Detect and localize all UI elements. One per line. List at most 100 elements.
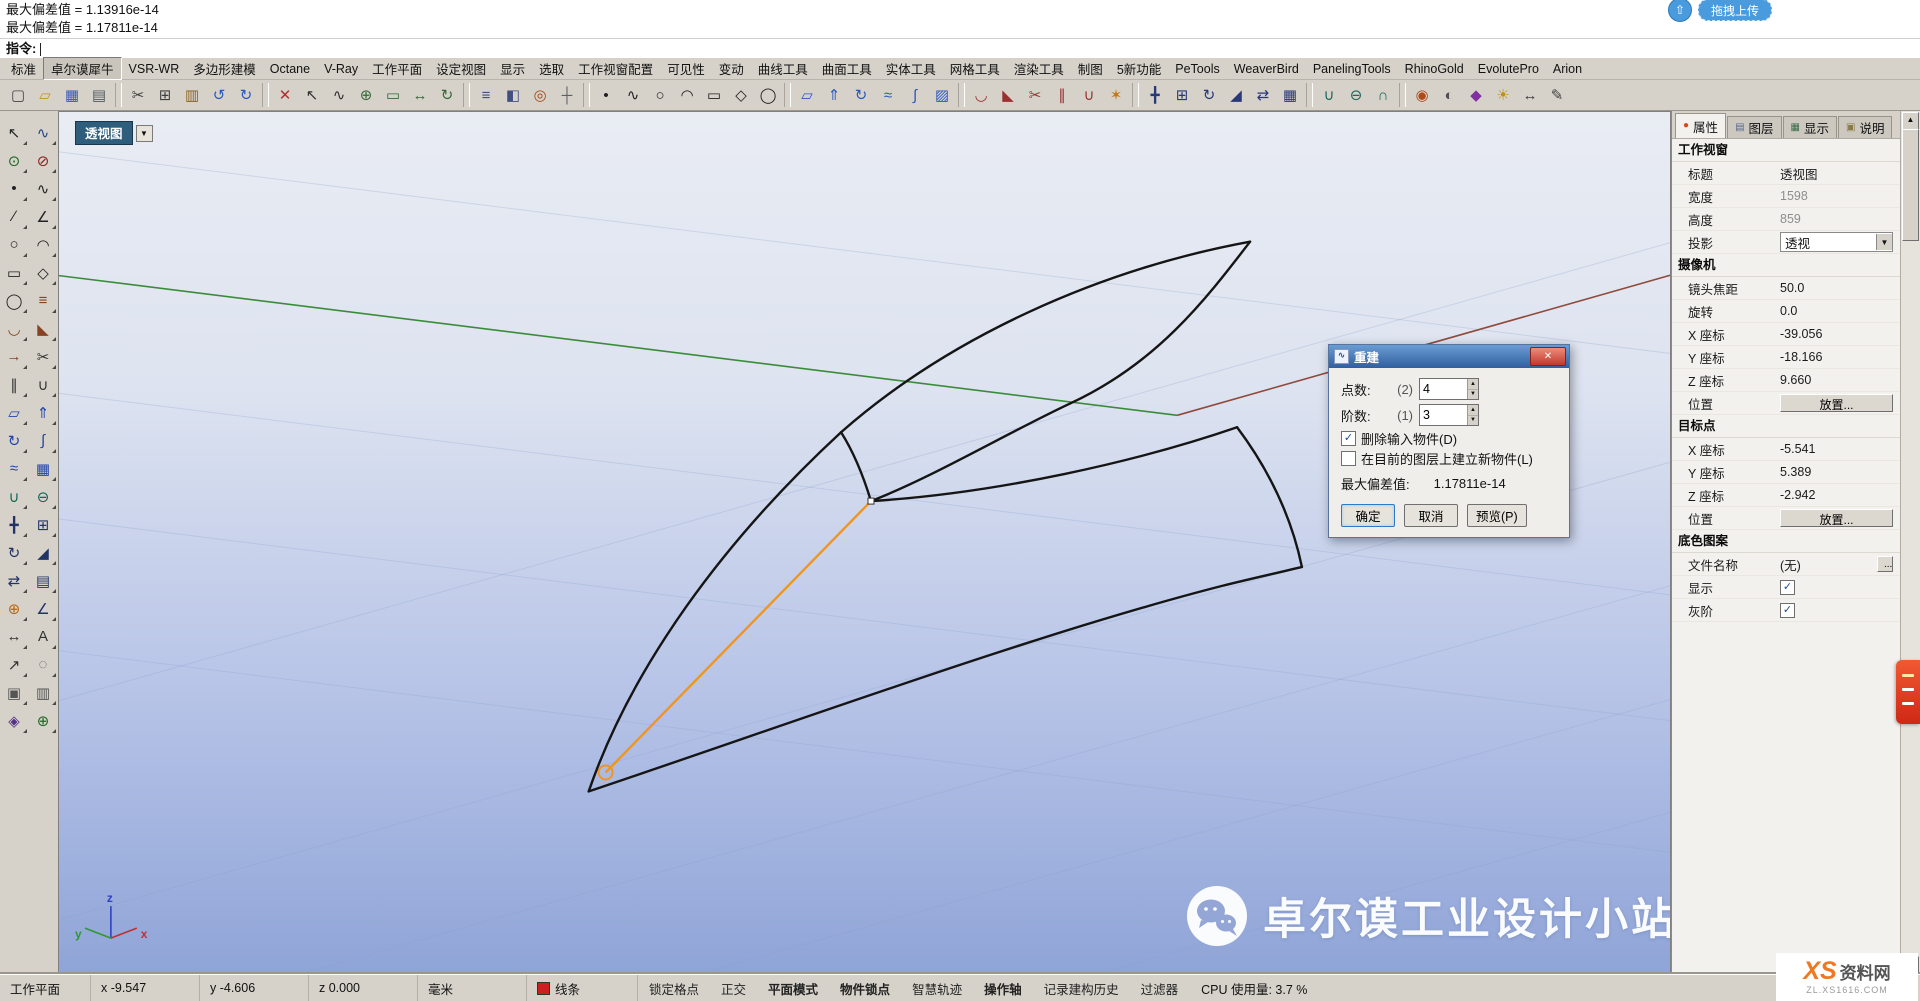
move-icon[interactable]: ╋	[1142, 82, 1168, 108]
lights-icon[interactable]: ☀	[1490, 82, 1516, 108]
split-icon[interactable]: ∥	[1049, 82, 1075, 108]
print-icon[interactable]: ▤	[86, 82, 112, 108]
viewport-perspective[interactable]: zxy 透视图 ▼ 卓尔谟工业设计小站	[58, 111, 1671, 975]
menu-item-25[interactable]: EvolutePro	[1471, 61, 1546, 77]
render-icon[interactable]: ◉	[1409, 82, 1435, 108]
dialog-titlebar[interactable]: ∿ 重建 ✕	[1329, 345, 1569, 368]
place-button[interactable]: 放置...	[1780, 394, 1893, 412]
extrude-surface-icon[interactable]: ⇑	[30, 399, 57, 426]
lock-object-icon[interactable]: ▣	[1, 679, 28, 706]
open-file-icon[interactable]: ▱	[32, 82, 58, 108]
move-icon[interactable]: ╋	[1, 511, 28, 538]
freeform-curve-icon[interactable]: ∿	[30, 175, 57, 202]
patch-icon[interactable]: ▨	[929, 82, 955, 108]
tab-display[interactable]: ▦显示	[1783, 116, 1837, 138]
menu-item-15[interactable]: 曲面工具	[815, 58, 879, 79]
group-icon[interactable]: ◈	[1, 707, 28, 734]
curve-icon[interactable]: ∿	[620, 82, 646, 108]
menu-item-6[interactable]: V-Ray	[317, 61, 365, 77]
menu-item-18[interactable]: 渲染工具	[1007, 58, 1071, 79]
chevron-down-icon[interactable]: ▼	[1876, 234, 1892, 250]
menu-item-4[interactable]: 多边形建模	[186, 58, 263, 79]
dialog-close-button[interactable]: ✕	[1530, 347, 1566, 366]
menu-item-5[interactable]: Octane	[263, 61, 317, 77]
checkbox[interactable]: ✓	[1780, 603, 1795, 618]
tab-properties[interactable]: ●属性	[1675, 113, 1726, 138]
boolean-difference-icon[interactable]: ⊖	[1343, 82, 1369, 108]
loft-icon[interactable]: ≈	[1, 455, 28, 482]
rectangle-icon[interactable]: ▭	[701, 82, 727, 108]
object-snap-icon[interactable]: ◎	[527, 82, 553, 108]
save-file-icon[interactable]: ▦	[59, 82, 85, 108]
fillet-curve-icon[interactable]: ◡	[1, 315, 28, 342]
menu-item-19[interactable]: 制图	[1071, 58, 1110, 79]
menu-item-22[interactable]: WeaverBird	[1227, 61, 1306, 77]
scroll-up-arrow[interactable]: ▲	[1902, 112, 1919, 130]
single-point-icon[interactable]: •	[1, 175, 28, 202]
menu-item-8[interactable]: 设定视图	[429, 58, 493, 79]
projection-dropdown[interactable]: 透视▼	[1780, 232, 1893, 252]
trim-icon[interactable]: ✂	[30, 343, 57, 370]
menu-item-11[interactable]: 工作视窗配置	[571, 58, 660, 79]
menu-item-12[interactable]: 可见性	[660, 58, 712, 79]
material-editor-icon[interactable]: ◆	[1463, 82, 1489, 108]
leader-icon[interactable]: ↗	[1, 651, 28, 678]
array-icon[interactable]: ▤	[30, 567, 57, 594]
boolean-union-icon[interactable]: ∪	[1, 483, 28, 510]
menu-item-10[interactable]: 选取	[532, 58, 571, 79]
copy-object-icon[interactable]: ⊞	[1169, 82, 1195, 108]
degree-input[interactable]	[1420, 405, 1467, 425]
undo-icon[interactable]: ↺	[206, 82, 232, 108]
ellipse-icon[interactable]: ◯	[1, 287, 28, 314]
loft-icon[interactable]: ≈	[875, 82, 901, 108]
model-curve[interactable]	[871, 427, 1237, 501]
ok-button[interactable]: 确定	[1341, 504, 1395, 527]
circle-icon[interactable]: ○	[1, 231, 28, 258]
grid-snap-icon[interactable]: ┼	[554, 82, 580, 108]
zoom-extents-icon[interactable]: ⊕	[353, 82, 379, 108]
tab-layers[interactable]: ▤图层	[1727, 116, 1781, 138]
menu-item-20[interactable]: 5新功能	[1110, 58, 1168, 79]
annotate-icon[interactable]: ✎	[1544, 82, 1570, 108]
new-file-icon[interactable]: ▢	[5, 82, 31, 108]
line-icon[interactable]: ∕	[1, 203, 28, 230]
offset-curve-icon[interactable]: ≡	[30, 287, 57, 314]
status-toggle-锁定格点[interactable]: 锁定格点	[638, 979, 710, 998]
zoom-tool-icon[interactable]: ⊕	[30, 707, 57, 734]
status-toggle-物件锁点[interactable]: 物件锁点	[829, 979, 901, 998]
delete-icon[interactable]: ✕	[272, 82, 298, 108]
arc-icon[interactable]: ◠	[674, 82, 700, 108]
scale-object-icon[interactable]: ◢	[1223, 82, 1249, 108]
status-layer[interactable]: 线条	[527, 975, 638, 1001]
sweep-icon[interactable]: ∫	[30, 427, 57, 454]
menu-item-9[interactable]: 显示	[493, 58, 532, 79]
boolean-intersection-icon[interactable]: ∩	[1370, 82, 1396, 108]
copy-object-icon[interactable]: ⊞	[30, 511, 57, 538]
control-points-on-icon[interactable]: ⊙	[1, 147, 28, 174]
trim-icon[interactable]: ✂	[1022, 82, 1048, 108]
status-toggle-操作轴[interactable]: 操作轴	[973, 979, 1033, 998]
select-pointer-icon[interactable]: ↖	[1, 119, 28, 146]
menu-item-17[interactable]: 网格工具	[943, 58, 1007, 79]
circle-icon[interactable]: ○	[647, 82, 673, 108]
join-icon[interactable]: ∪	[1076, 82, 1102, 108]
revolve-icon[interactable]: ↻	[1, 427, 28, 454]
menu-item-23[interactable]: PanelingTools	[1306, 61, 1398, 77]
layer-tools-icon[interactable]: ▥	[30, 679, 57, 706]
menu-item-13[interactable]: 变动	[712, 58, 751, 79]
cut-icon[interactable]: ✂	[125, 82, 151, 108]
rotate-object-icon[interactable]: ↻	[1, 539, 28, 566]
revolve-icon[interactable]: ↻	[848, 82, 874, 108]
boolean-difference-icon[interactable]: ⊖	[30, 483, 57, 510]
floating-badge[interactable]	[1896, 660, 1920, 724]
panel-scrollbar[interactable]: ▲ ▼	[1900, 111, 1920, 975]
shaded-view-icon[interactable]: ◐	[1436, 82, 1462, 108]
select-pointer-icon[interactable]: ↖	[299, 82, 325, 108]
hide-object-icon[interactable]: ◌	[30, 651, 57, 678]
object-properties-icon[interactable]: ◧	[500, 82, 526, 108]
split-icon[interactable]: ∥	[1, 371, 28, 398]
extend-curve-icon[interactable]: →	[1, 343, 28, 370]
menu-item-2[interactable]: 卓尔谟犀牛	[43, 57, 122, 80]
boolean-union-icon[interactable]: ∪	[1316, 82, 1342, 108]
surface-plane-icon[interactable]: ▱	[1, 399, 28, 426]
